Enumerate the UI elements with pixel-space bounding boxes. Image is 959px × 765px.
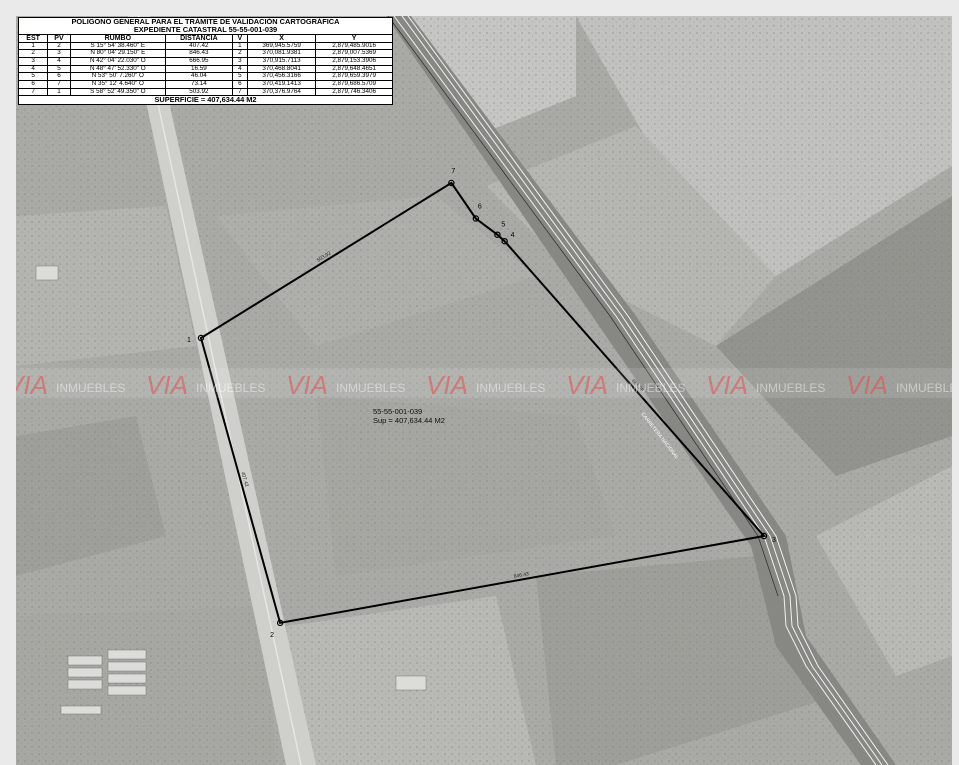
vertex-label: 5 — [501, 222, 505, 229]
parcel-area-label: Sup = 407,634.44 M2 — [373, 416, 445, 425]
watermark-logo: VIA — [566, 370, 608, 400]
table-cell: 7 — [17, 87, 49, 97]
watermark-text: INMUEBLES — [616, 381, 685, 395]
vertex-label: 6 — [478, 204, 482, 211]
vertex-label: 1 — [187, 337, 191, 344]
vertex-label: 4 — [511, 232, 515, 239]
table-body: 12S 15° 54' 38.460" E 407.42 1 369,945.5759… — [17, 41, 393, 97]
table-cell: N 35° 12' 4.640" O — [69, 79, 166, 89]
parcel-id-label: 55-55-001-039 — [373, 407, 422, 416]
watermark-text: INMUEBLES — [756, 381, 825, 395]
watermark-logo: VIA — [146, 370, 188, 400]
watermark-layer: VIA INMUEBLES VIA INMUEBLES VIA INMUEBLES VIA I… — [16, 368, 952, 400]
watermark-logo: VIA — [706, 370, 748, 400]
table-cell: S 58° 52' 49.350" O — [69, 87, 166, 97]
vertex-label: 2 — [270, 632, 274, 639]
table-superficie: SUPERFICIE = 407,634.44 M2 — [18, 95, 393, 105]
table-cell: 73.14 — [164, 79, 233, 89]
watermark-text: INMUEBLES — [896, 381, 952, 395]
table-cell: 370,376.9764 — [246, 87, 317, 97]
watermark-logo: VIA — [846, 370, 888, 400]
map-sheet: 1 2 3 4 5 6 7 407.42 846.43 666.95 503.92 55-55-001… — [16, 16, 952, 765]
vertex-label: 7 — [451, 168, 455, 175]
table-row: 67N 35° 12' 4.640" O 73.14 6 370,419.1413 2,… — [17, 79, 393, 89]
watermark-text: INMUEBLES — [56, 381, 125, 395]
table-cell: 2,879,746.3406 — [315, 87, 393, 97]
table-cell: 370,419.1413 — [246, 79, 317, 89]
aerial-imagery: 1234567407.42846.43666.95503.9255-55-001… — [16, 16, 952, 765]
watermark-text: INMUEBLES — [196, 381, 265, 395]
watermark-text: INMUEBLES — [476, 381, 545, 395]
table-cell: 7 — [47, 79, 71, 89]
viewer-canvas: 1 2 3 4 5 6 7 407.42 846.43 666.95 503.92 55-55-001… — [0, 0, 959, 765]
watermark-logo: VIA — [16, 370, 48, 400]
watermark-text: INMUEBLES — [336, 381, 405, 395]
table-cell: 2,879,686.5709 — [315, 79, 393, 89]
coordinate-table: POLIGONO GENERAL PARA EL TRÁMITE DE VALI… — [17, 16, 393, 105]
table-cell: 6 — [17, 79, 49, 89]
table-cell: 6 — [231, 79, 248, 89]
table-subtitle: EXPEDIENTE CATASTRAL 55-55-001-039 — [18, 25, 393, 35]
watermark-logo: VIA — [286, 370, 328, 400]
vertex-label: 3 — [772, 537, 776, 544]
table-cell: 1 — [47, 87, 71, 97]
watermark-logo: VIA — [426, 370, 468, 400]
